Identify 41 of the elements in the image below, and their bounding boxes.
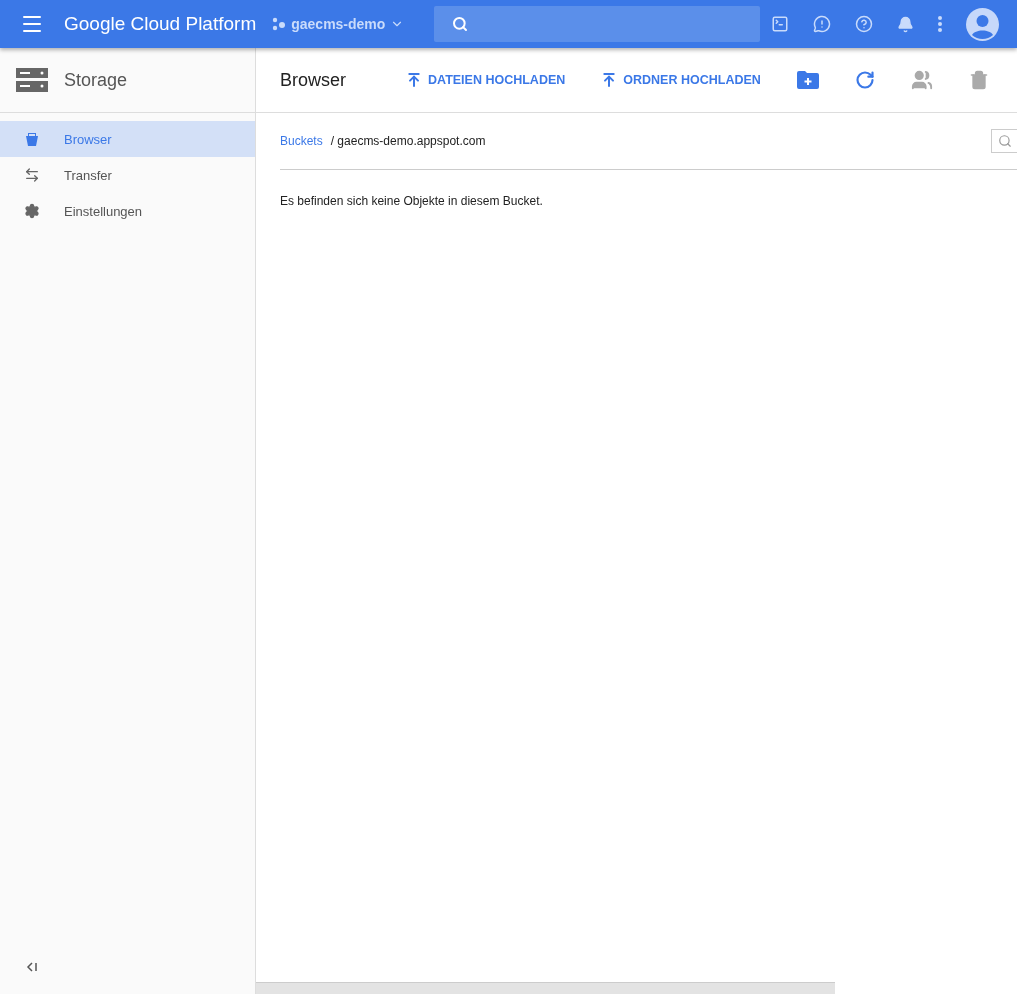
bucket-icon [24,131,40,147]
feedback-button[interactable] [813,15,831,33]
search-icon [997,134,1012,148]
nav-item[interactable]: Browser [0,121,255,157]
terminal-button[interactable] [771,15,789,33]
page-title: Browser [280,69,346,91]
more-button[interactable] [938,16,942,32]
breadcrumb-link[interactable]: Buckets [280,134,323,148]
folder-button[interactable] [796,71,819,89]
trash-icon [968,70,989,90]
upload-icon [406,72,422,88]
upload-button[interactable]: DATEIEN HOCHLADEN [406,72,566,88]
storage-icon [16,68,48,92]
folder-plus-icon [796,71,819,89]
settings-icon [24,203,40,219]
product-title: Google Cloud Platform [64,13,257,35]
search-field[interactable] [434,6,761,42]
more-icon [938,16,942,32]
upload-button[interactable]: ORDNER HOCHLADEN [601,72,761,88]
refresh-button[interactable] [854,70,875,90]
transfer-icon [24,167,40,183]
nav-item[interactable]: Einstellungen [0,193,255,229]
breadcrumb-path: / gaecms-demo.appspot.com [330,134,486,148]
empty-message: Es befinden sich keine Objekte in diesem Bucket. [280,194,544,208]
help-button[interactable] [855,15,873,33]
project-selector[interactable]: gaecms-demo [272,16,405,32]
nav-item[interactable]: Transfer [0,157,255,193]
notifications-button[interactable] [897,15,914,33]
scrollbar[interactable] [256,982,835,994]
terminal-icon [771,15,789,33]
project-dots-icon [272,17,287,31]
refresh-icon [854,70,875,90]
bell-icon [897,15,914,33]
people-icon [910,69,933,91]
feedback-icon [813,15,831,33]
filter-button[interactable] [991,129,1017,153]
collapse-icon[interactable] [26,962,37,972]
section-title: Storage [64,69,128,91]
search-icon [452,16,469,32]
avatar-icon[interactable] [966,7,999,41]
help-icon [855,15,873,33]
